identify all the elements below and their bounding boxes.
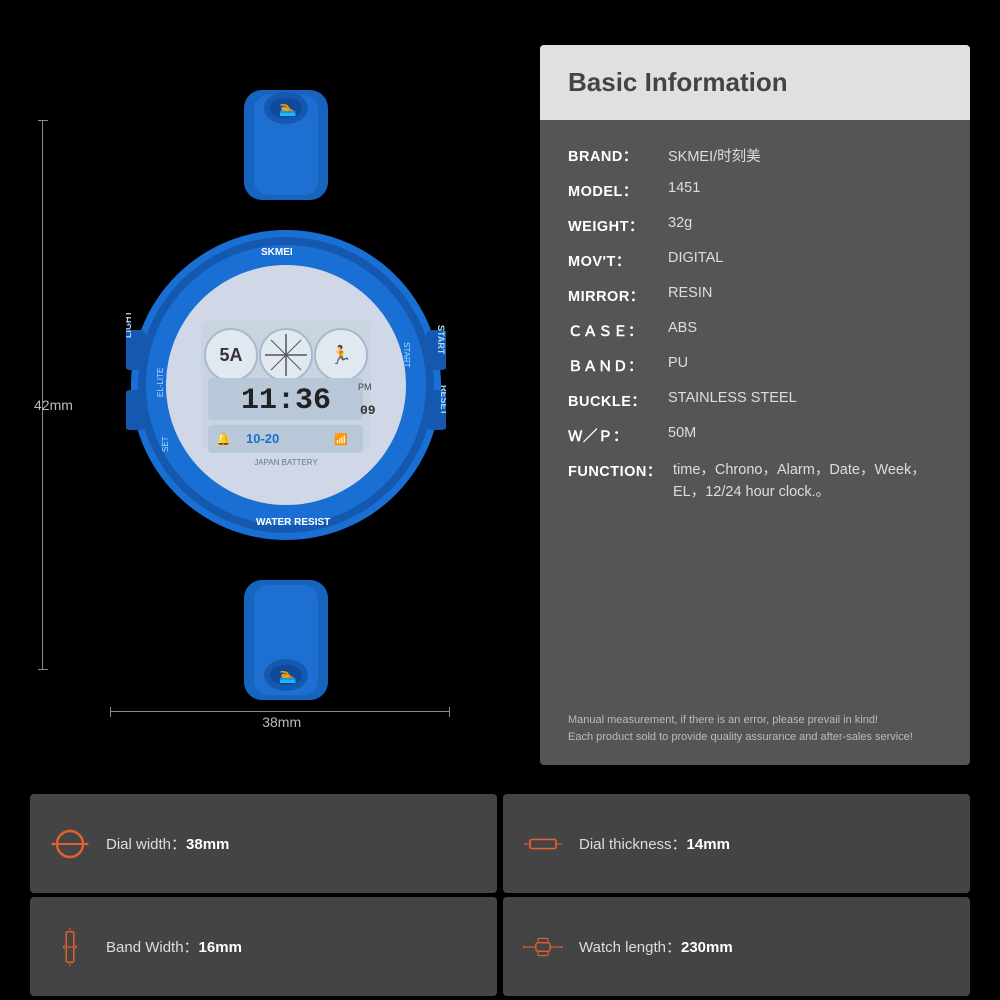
weight-label: WEIGHT：: [568, 215, 668, 236]
bottom-bar: Dial width：38mm Dial thickness：14mm: [0, 790, 1000, 1000]
band-width-icon: [50, 927, 90, 967]
svg-text:PM: PM: [358, 382, 372, 392]
weight-row: WEIGHT： 32g: [568, 208, 942, 243]
spec-row-1: Dial width：38mm Dial thickness：14mm: [30, 794, 970, 893]
model-row: MODEL： 1451: [568, 173, 942, 208]
function-label: FUNCTION：: [568, 460, 673, 481]
dial-width-text: Dial width：38mm: [106, 833, 229, 854]
model-label: MODEL：: [568, 180, 668, 201]
info-note: Manual measurement, if there is an error…: [568, 702, 942, 755]
wp-value: 50M: [668, 425, 696, 441]
watch-area: 42mm 🏊 🏊: [30, 40, 510, 770]
watch-length-text: Watch length：230mm: [579, 936, 733, 957]
svg-text:5A: 5A: [219, 345, 242, 365]
buckle-label: BUCKLE：: [568, 390, 668, 411]
svg-text:09: 09: [360, 403, 376, 418]
function-value: time，Chrono，Alarm，Date，Week，EL，12/24 hou…: [673, 460, 942, 504]
main-area: 42mm 🏊 🏊: [0, 0, 1000, 790]
info-panel: Basic Information BRAND： SKMEI/时刻美 MODEL…: [540, 45, 970, 765]
movt-label: MOV'T：: [568, 250, 668, 271]
dial-width-icon: [50, 824, 90, 864]
case-value: ABS: [668, 320, 697, 336]
dial-thickness-icon: [523, 824, 563, 864]
buckle-row: BUCKLE： STAINLESS STEEL: [568, 383, 942, 418]
vertical-dim-line: [42, 120, 43, 670]
band-row: ＢＡＮＤ： PU: [568, 348, 942, 383]
function-row: FUNCTION： time，Chrono，Alarm，Date，Week，EL…: [568, 453, 942, 511]
mirror-label: MIRROR：: [568, 285, 668, 306]
svg-text:📶: 📶: [334, 433, 348, 446]
band-width-text: Band Width：16mm: [106, 936, 242, 957]
svg-text:START: START: [436, 325, 446, 355]
svg-text:WATER RESIST: WATER RESIST: [256, 517, 330, 528]
case-row: ＣＡＳＥ： ABS: [568, 313, 942, 348]
dial-thickness-text: Dial thickness：14mm: [579, 833, 730, 854]
wp-label: Ｗ／Ｐ：: [568, 425, 668, 446]
mirror-row: MIRROR： RESIN: [568, 278, 942, 313]
svg-text:🔔: 🔔: [216, 432, 231, 446]
band-label: ＢＡＮＤ：: [568, 355, 668, 376]
note-line2: Each product sold to provide quality ass…: [568, 729, 942, 747]
width-label: 38mm: [262, 714, 301, 730]
watch-length-cell: Watch length：230mm: [503, 897, 970, 996]
svg-text:🏊: 🏊: [279, 667, 296, 684]
band-width-cell: Band Width：16mm: [30, 897, 497, 996]
weight-value: 32g: [668, 215, 692, 231]
case-label: ＣＡＳＥ：: [568, 320, 668, 341]
info-body: BRAND： SKMEI/时刻美 MODEL： 1451 WEIGHT： 32g…: [540, 120, 970, 765]
svg-text:JAPAN BATTERY: JAPAN BATTERY: [254, 458, 318, 467]
band-value: PU: [668, 355, 688, 371]
watch-length-icon: [523, 927, 563, 967]
svg-text:EL-LITE: EL-LITE: [156, 368, 165, 397]
buckle-value: STAINLESS STEEL: [668, 390, 797, 406]
svg-text:🏊: 🏊: [279, 100, 296, 117]
height-label: 42mm: [34, 397, 73, 413]
model-value: 1451: [668, 180, 700, 196]
spec-row-2: Band Width：16mm Watch length：230mm: [30, 897, 970, 996]
svg-text:SET: SET: [161, 436, 170, 452]
svg-text:RESET: RESET: [439, 385, 446, 416]
svg-text:10-20: 10-20: [246, 431, 279, 446]
wp-row: Ｗ／Ｐ： 50M: [568, 418, 942, 453]
brand-value: SKMEI/时刻美: [668, 145, 761, 166]
brand-label: BRAND：: [568, 145, 668, 166]
info-title: Basic Information: [568, 67, 942, 98]
brand-row: BRAND： SKMEI/时刻美: [568, 138, 942, 173]
svg-text:LIGHT: LIGHT: [126, 311, 133, 338]
movt-value: DIGITAL: [668, 250, 723, 266]
note-line1: Manual measurement, if there is an error…: [568, 712, 942, 730]
watch-image: 🏊 🏊 LIGHT MODE START RESET: [126, 70, 446, 710]
svg-text:SKMEI: SKMEI: [261, 247, 293, 258]
mirror-value: RESIN: [668, 285, 712, 301]
info-header: Basic Information: [540, 45, 970, 120]
svg-text:🏃: 🏃: [330, 344, 352, 365]
svg-text:11:36: 11:36: [241, 384, 331, 418]
horizontal-dim-line: [110, 711, 450, 712]
dial-thickness-cell: Dial thickness：14mm: [503, 794, 970, 893]
movt-row: MOV'T： DIGITAL: [568, 243, 942, 278]
dial-width-cell: Dial width：38mm: [30, 794, 497, 893]
